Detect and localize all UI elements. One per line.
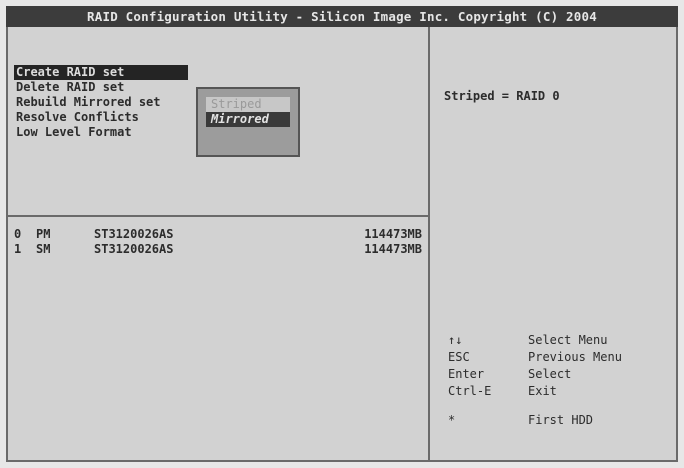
key-esc: ESC — [448, 350, 470, 364]
bios-screen: RAID Configuration Utility - Silicon Ima… — [6, 6, 678, 462]
help-panel: Striped = RAID 0 ↑↓ Select Menu ESC Previo… — [428, 27, 678, 462]
key-action: Exit — [528, 384, 557, 398]
key-asterisk: * — [448, 413, 456, 427]
drive-role: SM — [36, 242, 51, 256]
drive-index: 0 — [14, 227, 22, 241]
raid-type-options: Striped Mirrored — [206, 97, 290, 127]
key-legend-row: ↑↓ Select Menu — [448, 332, 622, 349]
menu-item-delete-raid-set[interactable]: Delete RAID set — [14, 80, 188, 95]
raid-type-description: Striped = RAID 0 — [444, 89, 560, 103]
drive-size: 114473MB — [364, 242, 422, 256]
drive-row[interactable]: 1 SM ST3120026AS 114473MB — [14, 242, 424, 257]
option-striped[interactable]: Striped — [206, 97, 290, 112]
menu-item-low-level-format[interactable]: Low Level Format — [14, 125, 188, 140]
key-legend-row: * First HDD — [448, 412, 622, 429]
raid-type-popup: Striped Mirrored — [196, 87, 300, 157]
key-arrows: ↑↓ — [448, 333, 463, 347]
key-action: First HDD — [528, 413, 594, 427]
window-title: RAID Configuration Utility - Silicon Ima… — [87, 9, 597, 24]
key-legend: ↑↓ Select Menu ESC Previous Menu Enter Sele… — [448, 332, 622, 429]
drive-row[interactable]: 0 PM ST3120026AS 114473MB — [14, 227, 424, 242]
key-enter: Enter — [448, 367, 485, 381]
menu-item-rebuild-mirrored-set[interactable]: Rebuild Mirrored set — [14, 95, 188, 110]
drive-role: PM — [36, 227, 51, 241]
option-mirrored[interactable]: Mirrored — [206, 112, 290, 127]
drive-model: ST3120026AS — [94, 227, 174, 241]
drive-model: ST3120026AS — [94, 242, 174, 256]
key-legend-row: Ctrl-E Exit — [448, 383, 622, 400]
menu-item-create-raid-set[interactable]: Create RAID set — [14, 65, 188, 80]
drive-size: 114473MB — [364, 227, 422, 241]
main-menu: Create RAID set Delete RAID set Rebuild … — [14, 65, 188, 140]
key-legend-row: Enter Select — [448, 366, 622, 383]
key-action: Select — [528, 367, 572, 381]
key-legend-row: ESC Previous Menu — [448, 349, 622, 366]
drives-panel: 0 PM ST3120026AS 114473MB 1 SM ST3120026… — [6, 215, 430, 462]
key-action: Previous Menu — [528, 350, 622, 364]
menu-item-resolve-conflicts[interactable]: Resolve Conflicts — [14, 110, 188, 125]
drive-index: 1 — [14, 242, 22, 256]
menu-panel: Create RAID set Delete RAID set Rebuild … — [6, 27, 430, 217]
title-bar: RAID Configuration Utility - Silicon Ima… — [6, 6, 678, 27]
key-action: Select Menu — [528, 333, 608, 347]
key-ctrl-e: Ctrl-E — [448, 384, 492, 398]
